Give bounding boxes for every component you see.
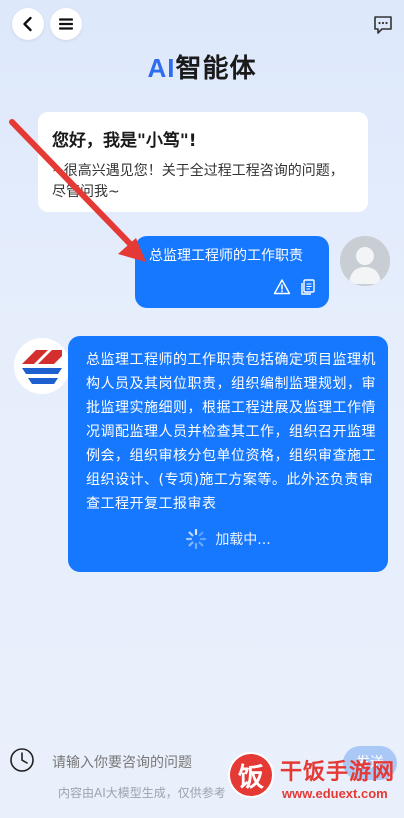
menu-icon [58,18,74,30]
site-watermark: 饭 干饭手游网 www.eduext.com [228,752,404,818]
watermark-url: www.eduext.com [282,786,388,801]
warning-icon[interactable] [273,278,291,296]
bot-message-text: 总监理工程师的工作职责包括确定项目监理机构人员及其岗位职责，组织编制监理规划，审… [86,352,376,512]
top-bar [0,8,404,42]
page-title: AI智能体 [0,48,404,85]
menu-button[interactable] [50,8,82,40]
loading-indicator: 加载中... [68,528,388,550]
person-icon [340,236,390,286]
welcome-text: ~很高兴遇见您！关于全过程工程咨询的问题，尽管问我~ [52,163,344,200]
user-avatar [340,236,390,286]
welcome-card: 您好，我是"小笃"! ~很高兴遇见您！关于全过程工程咨询的问题，尽管问我~ [38,112,368,212]
bot-avatar [14,338,70,394]
watermark-logo: 饭 [228,752,274,798]
copy-icon[interactable] [299,278,317,296]
watermark-name: 干饭手游网 [280,760,396,785]
spinner-icon [186,528,207,550]
back-button[interactable] [12,8,44,40]
loading-text: 加载中... [215,532,271,548]
welcome-greeting: 您好，我是"小笃"! [52,131,197,151]
message-tools [273,278,317,296]
page-title-ai: AI [147,53,176,83]
bot-message-bubble: 总监理工程师的工作职责包括确定项目监理机构人员及其岗位职责，组织编制监理规划，审… [68,336,388,572]
chat-bubble-icon[interactable] [372,14,394,36]
page-title-rest: 智能体 [175,54,257,84]
history-clock-icon[interactable] [8,746,36,774]
bot-logo-icon [14,338,70,394]
user-message-text: 总监理工程师的工作职责 [149,248,303,264]
back-arrow-icon [23,16,32,32]
user-message-bubble: 总监理工程师的工作职责 [135,236,329,308]
